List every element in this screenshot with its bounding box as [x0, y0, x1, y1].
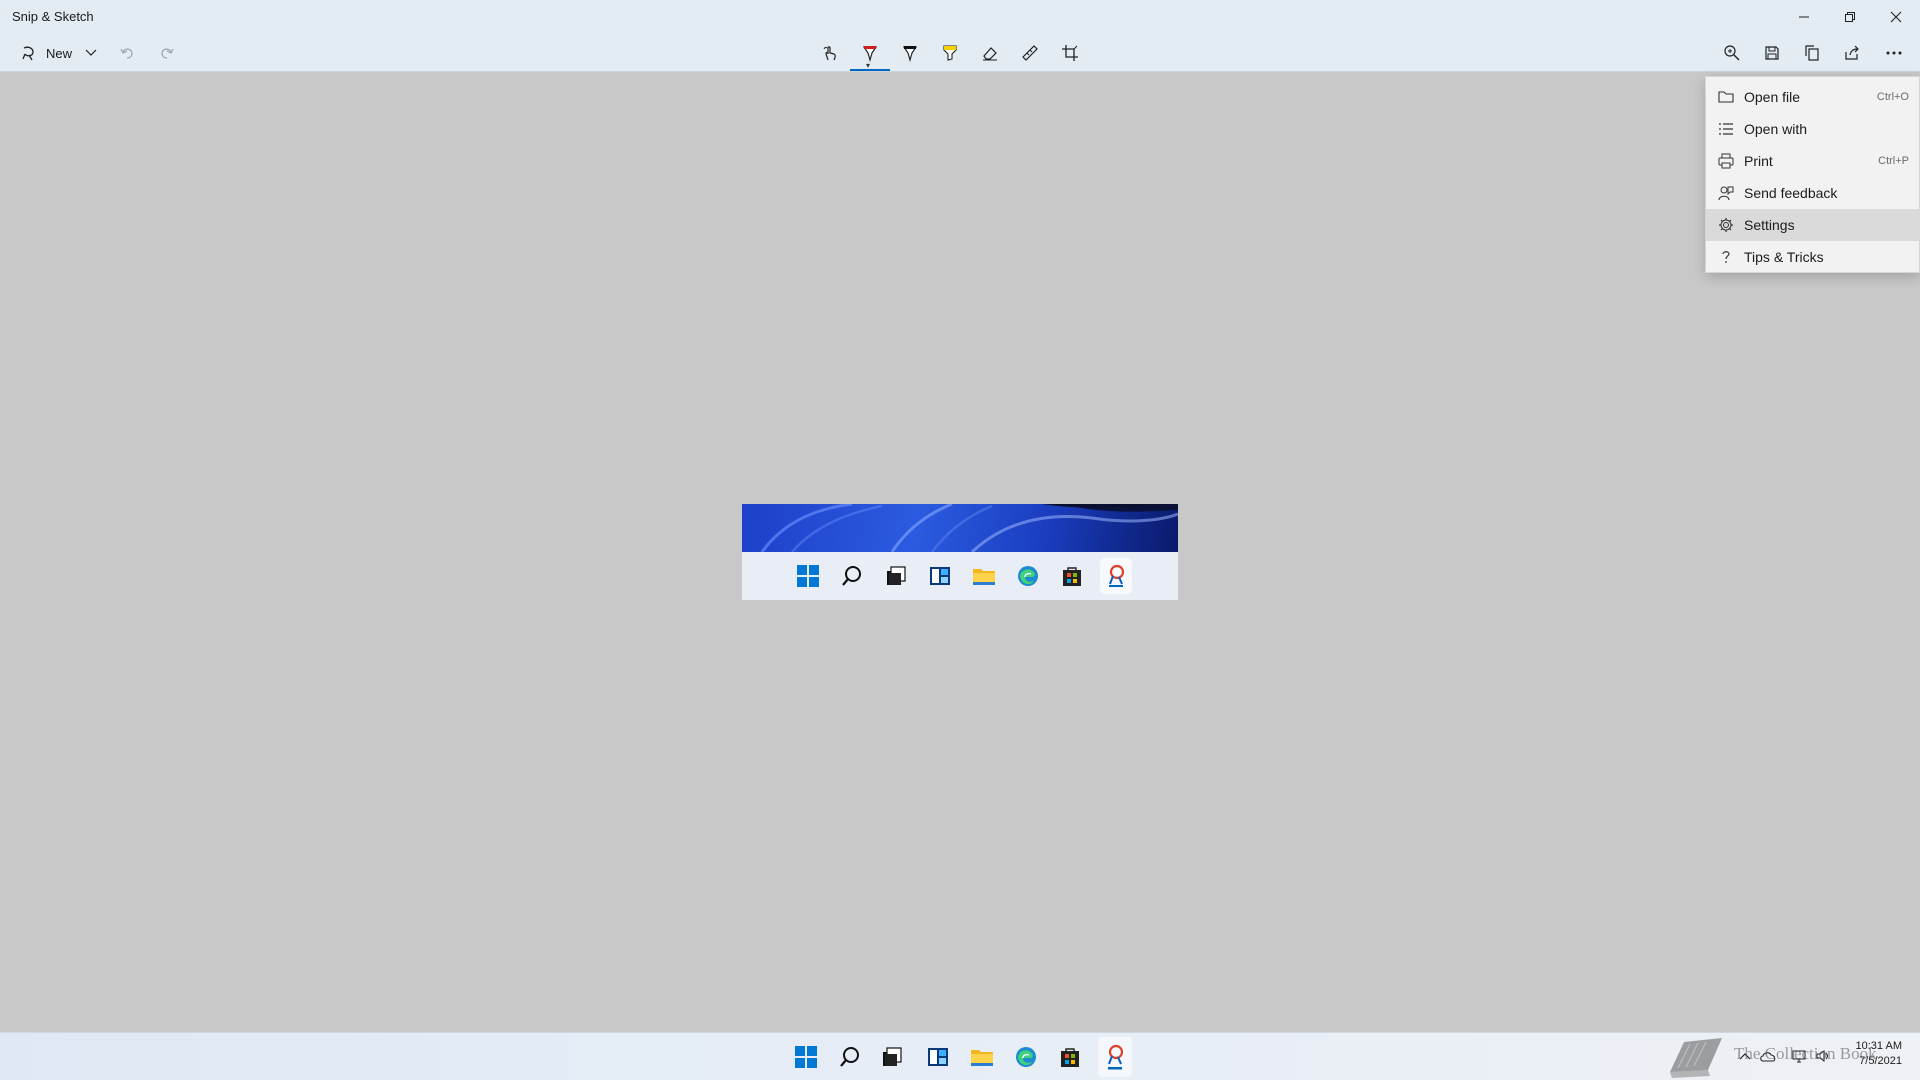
snip-image — [742, 504, 1178, 600]
zoom-button[interactable] — [1718, 38, 1746, 68]
search-icon — [840, 564, 864, 588]
feedback-icon — [1718, 186, 1734, 201]
minimize-button[interactable] — [1781, 0, 1827, 34]
start-icon — [795, 1046, 817, 1068]
snip-icon — [22, 46, 34, 61]
widgets-icon — [928, 564, 952, 588]
taskbar-start-button[interactable] — [794, 1045, 818, 1069]
taskbar-store-button[interactable] — [1058, 1045, 1082, 1069]
zoom-icon — [1724, 45, 1740, 61]
more-options-menu: Open file Ctrl+O Open with Print Ctrl+P … — [1705, 76, 1920, 273]
share-icon — [1845, 45, 1859, 60]
edge-icon — [1016, 564, 1040, 588]
widgets-icon — [928, 1048, 948, 1066]
search-icon — [840, 1047, 859, 1067]
eraser-icon — [983, 47, 997, 61]
menu-item-tips-tricks[interactable]: Tips & Tricks — [1706, 241, 1920, 273]
pencil-button[interactable] — [896, 38, 924, 68]
undo-button[interactable] — [114, 38, 140, 68]
menu-item-label: Send feedback — [1744, 185, 1838, 201]
highlighter-icon — [943, 45, 957, 61]
taskbar-widgets-button[interactable] — [926, 1045, 950, 1069]
bloom-wallpaper-graphic — [760, 504, 1178, 552]
taskbar-file-explorer-button[interactable] — [969, 1045, 995, 1069]
menu-item-label: Open with — [1744, 121, 1808, 137]
store-icon — [1060, 564, 1084, 588]
copy-icon — [1805, 45, 1819, 61]
menu-item-label: Tips & Tricks — [1744, 249, 1824, 265]
touch-writing-button[interactable] — [816, 38, 844, 68]
menu-item-settings[interactable]: Settings — [1706, 209, 1920, 241]
taskbar-task-view-button[interactable] — [880, 1045, 904, 1069]
new-snip-button[interactable]: New — [12, 38, 80, 68]
redo-button[interactable] — [154, 38, 180, 68]
chevron-down-icon — [85, 49, 97, 56]
snip-sketch-icon — [1108, 1044, 1124, 1070]
task-view-icon — [884, 564, 908, 588]
highlighter-button[interactable] — [936, 38, 964, 68]
file-explorer-icon — [972, 564, 996, 588]
restore-icon — [1845, 12, 1855, 22]
save-icon — [1765, 46, 1779, 60]
crop-button[interactable] — [1056, 38, 1084, 68]
windows-taskbar: 10:31 AM 7/5/2021 — [0, 1032, 1920, 1080]
close-button[interactable] — [1873, 0, 1919, 34]
start-icon — [796, 564, 820, 588]
menu-item-open-with[interactable]: Open with — [1706, 113, 1920, 145]
undo-icon — [120, 48, 133, 59]
list-icon — [1719, 123, 1733, 135]
menu-item-label: Settings — [1744, 217, 1795, 233]
store-icon — [1061, 1048, 1079, 1067]
restore-button[interactable] — [1827, 0, 1873, 34]
crop-icon — [1062, 45, 1078, 61]
menu-item-send-feedback[interactable]: Send feedback — [1706, 177, 1920, 209]
new-dropdown-button[interactable] — [80, 38, 102, 68]
pencil-icon — [902, 46, 918, 62]
printer-icon — [1718, 153, 1734, 169]
toolbar: New — [0, 34, 1920, 72]
save-button[interactable] — [1758, 38, 1786, 68]
share-button[interactable] — [1838, 38, 1866, 68]
menu-item-shortcut: Ctrl+P — [1878, 155, 1909, 167]
watermark-text: The Collection Book — [1734, 1044, 1877, 1063]
question-icon — [1722, 251, 1730, 263]
more-icon — [1886, 51, 1902, 55]
redo-icon — [161, 48, 174, 59]
menu-item-shortcut: Ctrl+O — [1876, 91, 1909, 103]
more-button[interactable] — [1878, 38, 1910, 68]
task-view-icon — [883, 1047, 902, 1066]
gear-icon — [1719, 218, 1733, 232]
pen-options-caret-icon[interactable]: ▾ — [866, 61, 870, 70]
taskbar-search-button[interactable] — [838, 1045, 862, 1069]
copy-button[interactable] — [1798, 38, 1826, 68]
menu-item-print[interactable]: Print Ctrl+P — [1706, 145, 1920, 177]
taskbar-edge-button[interactable] — [1014, 1045, 1038, 1069]
app-title: Snip & Sketch — [12, 9, 94, 24]
title-bar: Snip & Sketch — [0, 0, 1920, 34]
touch-writing-icon — [823, 46, 836, 61]
taskbar-snip-sketch-button[interactable] — [1098, 1037, 1132, 1077]
snip-sketch-taskbar-icon — [1100, 558, 1132, 594]
folder-icon — [1718, 91, 1734, 103]
snip-taskbar — [742, 552, 1178, 600]
menu-item-label: Print — [1744, 153, 1773, 169]
ruler-button[interactable] — [1016, 38, 1044, 68]
minimize-icon — [1799, 16, 1809, 18]
edge-icon — [1016, 1047, 1036, 1067]
wallpaper-image — [742, 504, 1178, 552]
new-label: New — [45, 45, 72, 61]
ruler-icon — [1022, 45, 1038, 61]
eraser-button[interactable] — [976, 38, 1004, 68]
file-explorer-icon — [971, 1050, 993, 1066]
menu-item-open-file[interactable]: Open file Ctrl+O — [1706, 81, 1920, 113]
close-icon — [1890, 11, 1902, 23]
ballpoint-pen-icon — [862, 46, 878, 62]
menu-item-label: Open file — [1744, 89, 1801, 105]
